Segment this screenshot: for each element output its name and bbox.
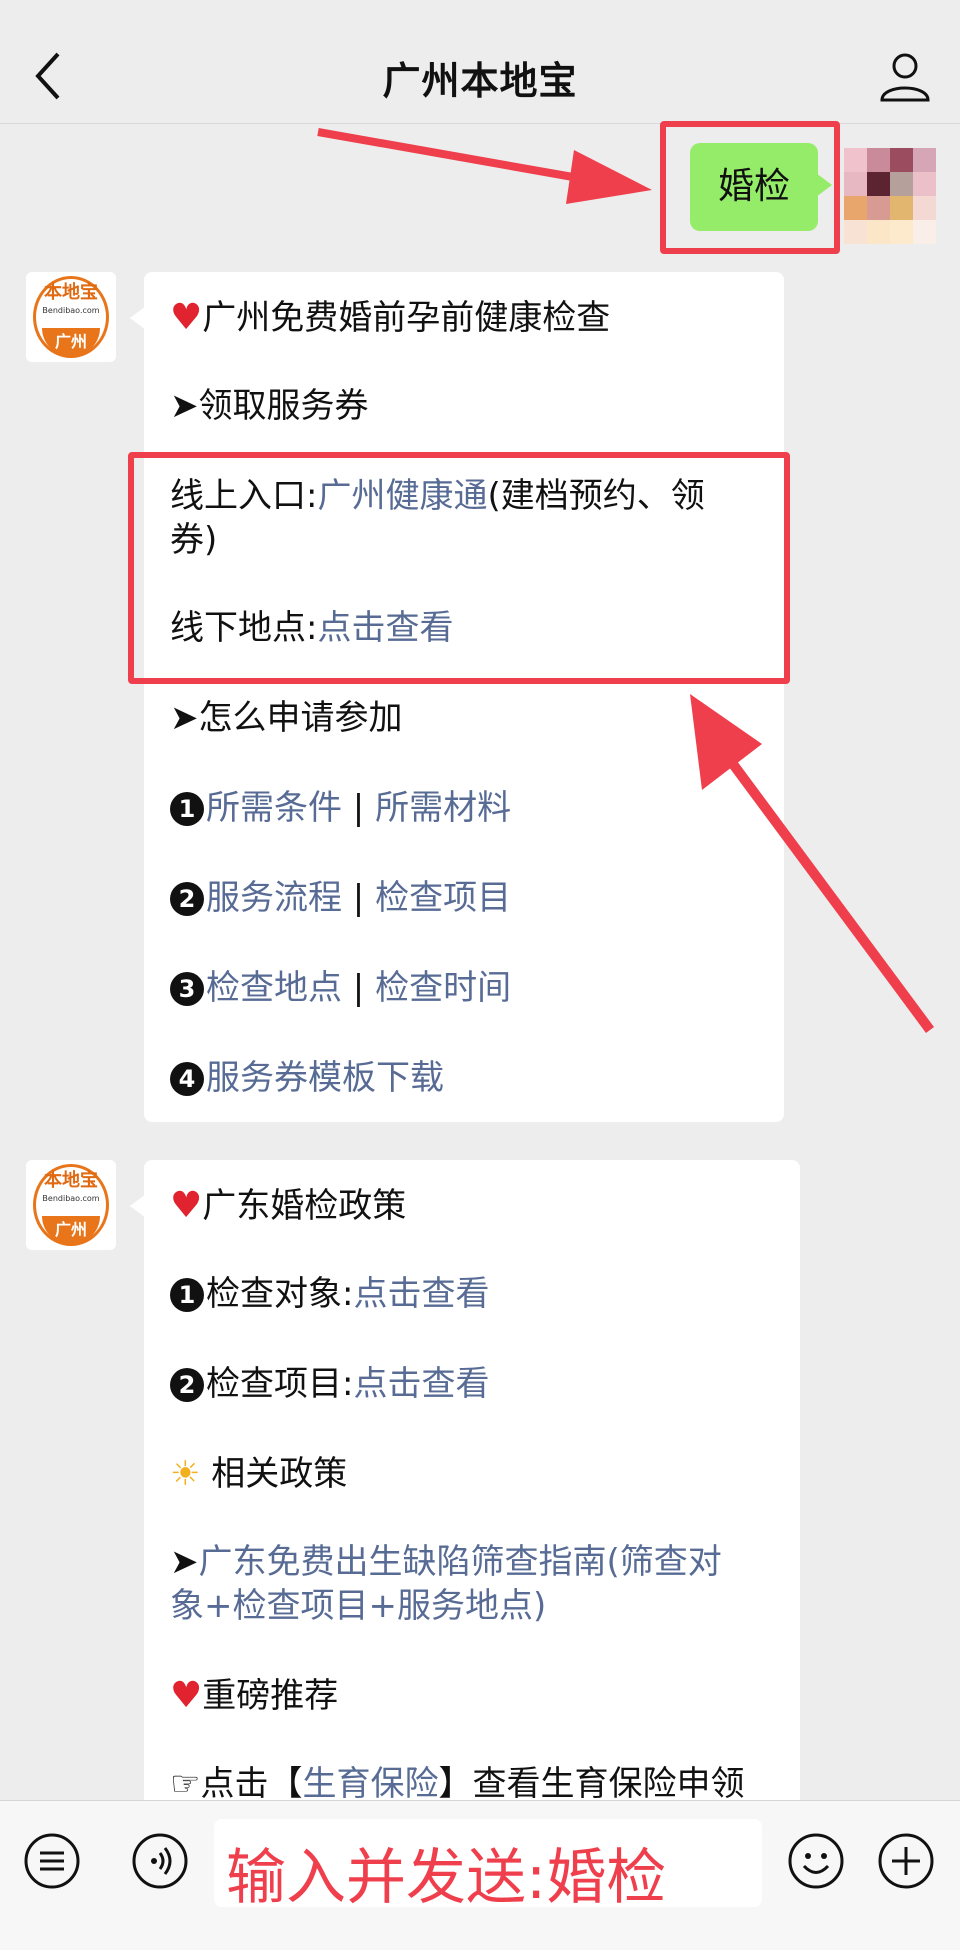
chat-title: 广州本地宝 — [382, 59, 578, 103]
circled-number-icon: 3 — [170, 972, 204, 1006]
logo-url: Bendibao.com — [42, 1194, 100, 1203]
input-overlay-text: 输入并发送:婚检 — [226, 1843, 667, 1913]
card2-policy-link: ➤广东免费出生缺陷筛查指南(筛查对 — [170, 1542, 722, 1582]
bot-avatar[interactable]: 本地宝 Bendibao.com 广州 — [26, 272, 116, 362]
bot-avatar[interactable]: 本地宝 Bendibao.com 广州 — [26, 1160, 116, 1250]
card2-item-1: 1 检查对象:点击查看 — [170, 1272, 778, 1316]
link-locations[interactable]: 检查地点 — [206, 968, 342, 1008]
sun-icon: ☀ — [170, 1454, 201, 1494]
profile-icon[interactable] — [878, 48, 932, 104]
highlight-box-entry — [128, 452, 790, 684]
emoji-icon[interactable] — [786, 1831, 846, 1891]
link-check-target[interactable]: 点击查看 — [353, 1274, 489, 1314]
user-avatar[interactable] — [844, 148, 936, 244]
circled-number-icon: 2 — [170, 882, 204, 916]
plus-icon[interactable] — [876, 1831, 936, 1891]
link-screening-guide[interactable]: 广东免费出生缺陷筛查指南(筛查对 — [199, 1542, 722, 1582]
card2-policy-link-cont: 象+检查项目+服务地点) — [170, 1586, 547, 1626]
logo-text: 本地宝 — [44, 282, 98, 303]
link-times[interactable]: 检查时间 — [375, 968, 511, 1008]
card1-item-3: 3 检查地点 | 检查时间 — [170, 966, 762, 1010]
card1-item-2: 2 服务流程 | 检查项目 — [170, 876, 762, 920]
chat-header: 广州本地宝 — [0, 0, 960, 124]
pointing-hand-icon: ☞ — [170, 1764, 201, 1804]
bot-message-card-1: ♥广州免费婚前孕前健康检查 ➤领取服务券 线上入口:广州健康通(建档预约、领 券… — [130, 272, 784, 1122]
card2-title: ♥广东婚检政策 — [170, 1185, 407, 1226]
link-template-download[interactable]: 服务券模板下载 — [206, 1058, 444, 1098]
highlight-box-user-message — [660, 121, 840, 254]
card1-title: ♥广州免费婚前孕前健康检查 — [170, 297, 611, 338]
heart-icon: ♥ — [170, 297, 203, 338]
arrow-to-user-message — [317, 128, 652, 204]
circled-number-icon: 1 — [170, 1278, 204, 1312]
card2-recommend-title: ♥重磅推荐 — [170, 1675, 339, 1716]
circled-number-icon: 2 — [170, 1368, 204, 1402]
link-check-items-2[interactable]: 点击查看 — [353, 1364, 489, 1404]
bot-message-card-2: ♥广东婚检政策 1 检查对象:点击查看 2 检查项目:点击查看 ☀ 相关政策 ➤广东… — [130, 1160, 800, 1820]
logo-url: Bendibao.com — [42, 306, 100, 315]
circled-number-icon: 1 — [170, 792, 204, 826]
card1-section-coupon: ➤领取服务券 — [170, 386, 369, 426]
card2-policy-title: ☀ 相关政策 — [170, 1454, 348, 1494]
link-materials[interactable]: 所需材料 — [375, 788, 511, 828]
menu-list-icon[interactable] — [22, 1831, 82, 1891]
link-process[interactable]: 服务流程 — [206, 878, 342, 918]
card1-item-1: 1 所需条件 | 所需材料 — [170, 786, 762, 830]
circled-number-icon: 4 — [170, 1062, 204, 1096]
logo-text: 本地宝 — [44, 1170, 98, 1191]
card1-item-4: 4 服务券模板下载 — [170, 1056, 762, 1100]
card1-section-apply: ➤怎么申请参加 — [170, 698, 403, 738]
heart-icon: ♥ — [170, 1185, 203, 1226]
link-check-items[interactable]: 检查项目 — [375, 878, 511, 918]
voice-icon[interactable] — [130, 1831, 190, 1891]
link-maternity-insurance[interactable]: 生育保险 — [302, 1764, 438, 1804]
card2-item-2: 2 检查项目:点击查看 — [170, 1362, 778, 1406]
heart-icon: ♥ — [170, 1675, 203, 1716]
link-requirements[interactable]: 所需条件 — [206, 788, 342, 828]
input-bar: 输入并发送:婚检 — [0, 1800, 960, 1950]
